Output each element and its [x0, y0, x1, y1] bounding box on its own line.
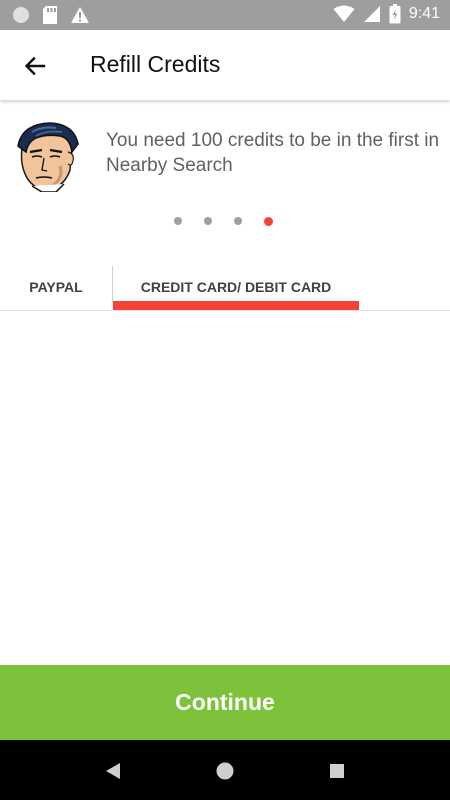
- tab-content: [0, 311, 450, 665]
- warning-icon: [71, 7, 89, 23]
- arrow-left-icon: [24, 56, 46, 76]
- back-button[interactable]: [14, 45, 56, 87]
- page-indicator-dot[interactable]: [174, 217, 182, 225]
- status-bar: 9:41: [0, 0, 450, 30]
- status-bar-system: 9:41: [333, 4, 440, 24]
- signal-icon: [363, 6, 380, 22]
- back-triangle-icon: [106, 763, 120, 779]
- page-indicator-dot[interactable]: [204, 217, 212, 225]
- continue-button[interactable]: Continue: [0, 665, 450, 740]
- page-indicator-dot-active[interactable]: [264, 216, 273, 226]
- credits-message: You need 100 credits to be in the first …: [106, 130, 440, 176]
- sd-card-icon: [43, 6, 57, 24]
- recents-square-icon: [330, 764, 344, 778]
- credits-banner: You need 100 credits to be in the first …: [0, 100, 450, 250]
- tab-paypal[interactable]: PAYPAL: [0, 262, 112, 311]
- payment-tabs: PAYPAL CREDIT CARD/ DEBIT CARD: [0, 262, 450, 311]
- status-bar-notifications: [12, 5, 90, 25]
- avatar: [12, 118, 84, 193]
- clock: 9:41: [408, 5, 440, 22]
- nav-recents-button[interactable]: [326, 760, 348, 782]
- tab-selected-indicator: [113, 301, 359, 310]
- man-face-illustration: [17, 122, 79, 193]
- navigation-bar: [0, 740, 450, 800]
- page-title: Refill Credits: [90, 51, 221, 77]
- app-bar: Refill Credits: [0, 30, 450, 100]
- circle-icon: [13, 7, 29, 23]
- nav-home-button[interactable]: [214, 760, 236, 782]
- home-circle-icon: [216, 762, 234, 780]
- wifi-icon: [333, 5, 355, 22]
- battery-icon: [389, 4, 401, 24]
- page-indicator: [174, 216, 273, 226]
- nav-back-button[interactable]: [102, 760, 124, 782]
- page-indicator-dot[interactable]: [234, 217, 242, 225]
